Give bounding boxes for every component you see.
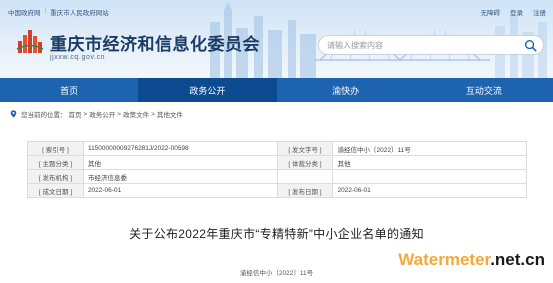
link-separator: | bbox=[44, 7, 47, 14]
register-link[interactable]: 注册 bbox=[533, 7, 546, 17]
doc-number-label: [ 发文字号 ] bbox=[276, 141, 334, 156]
breadcrumb-policy-docs[interactable]: 政策文件 bbox=[123, 109, 149, 119]
document-info-table: [ 索引号 ] 11500000009276281J/2022-00598 [ … bbox=[27, 141, 527, 198]
index-number-label: [ 索引号 ] bbox=[27, 141, 84, 156]
written-date-label: [ 成文日期 ] bbox=[27, 183, 84, 198]
index-number-value: 11500000009276281J/2022-00598 bbox=[82, 141, 278, 156]
topic-category-value: 其他 bbox=[82, 155, 278, 170]
nav-home[interactable]: 首页 bbox=[0, 78, 138, 102]
article-title: 关于公布2022年重庆市“专精特新”中小企业名单的通知 bbox=[129, 227, 424, 241]
site-logo-icon[interactable] bbox=[16, 27, 44, 55]
breadcrumb-gov-affairs[interactable]: 政务公开 bbox=[89, 109, 115, 119]
publish-date-label: [ 发布日期 ] bbox=[276, 183, 334, 198]
breadcrumb-separator: > bbox=[83, 110, 88, 118]
nav-interaction[interactable]: 互动交流 bbox=[415, 78, 553, 102]
watermark-text-main: Watermeter bbox=[398, 250, 491, 269]
publish-date-value: 2022-06-01 bbox=[332, 183, 527, 198]
empty-value-cell bbox=[332, 169, 527, 184]
table-row: [ 发布机构 ] 市经济信息委 bbox=[27, 169, 527, 184]
breadcrumb-separator: > bbox=[151, 110, 155, 118]
publisher-value: 市经济信息委 bbox=[82, 169, 278, 184]
location-pin-icon bbox=[10, 110, 17, 118]
breadcrumb-other-docs[interactable]: 其他文件 bbox=[157, 109, 183, 119]
nav-yukuaiban[interactable]: 渝快办 bbox=[277, 78, 415, 102]
main-nav: 首页 政务公开 渝快办 互动交流 bbox=[0, 78, 553, 102]
breadcrumb-home[interactable]: 首页 bbox=[69, 109, 82, 119]
genre-category-label: [ 体裁分类 ] bbox=[276, 155, 334, 170]
site-domain: jjxxw.cq.gov.cn bbox=[50, 54, 106, 61]
accessibility-link[interactable]: 无障碍 bbox=[481, 7, 501, 17]
written-date-value: 2022-06-01 bbox=[82, 183, 278, 198]
nav-gov-affairs[interactable]: 政务公开 bbox=[138, 78, 277, 102]
watermark-text-domain: .net.cn bbox=[490, 250, 545, 269]
genre-category-value: 其他 bbox=[332, 155, 527, 170]
breadcrumb-prefix: 您当前的位置： bbox=[21, 112, 67, 119]
table-row: [ 主题分类 ] 其他 [ 体裁分类 ] 其他 bbox=[27, 155, 527, 170]
doc-number-value: 渝经信中小〔2022〕11号 bbox=[332, 141, 527, 156]
gov-links: 中国政府网 | 重庆市人民政府网站 bbox=[8, 7, 109, 17]
gov-link-central[interactable]: 中国政府网 bbox=[8, 7, 41, 17]
breadcrumb: 您当前的位置： 首页 > 政务公开 > 政策文件 > 其他文件 bbox=[10, 109, 183, 119]
breadcrumb-separator: > bbox=[117, 110, 122, 118]
publisher-label: [ 发布机构 ] bbox=[27, 169, 84, 184]
empty-label-cell bbox=[276, 169, 334, 184]
table-row: [ 成文日期 ] 2022-06-01 [ 发布日期 ] 2022-06-01 bbox=[27, 183, 527, 198]
gov-link-chongqing[interactable]: 重庆市人民政府网站 bbox=[50, 7, 109, 17]
site-title[interactable]: 重庆市经济和信息化委员会 bbox=[50, 30, 260, 55]
table-row: [ 索引号 ] 11500000009276281J/2022-00598 [ … bbox=[27, 141, 527, 156]
top-bar: 中国政府网 | 重庆市人民政府网站 无障碍 登录 注册 bbox=[0, 0, 553, 24]
search-box bbox=[318, 35, 544, 55]
site-banner: 中国政府网 | 重庆市人民政府网站 无障碍 登录 注册 重庆市经济和信息化委员会… bbox=[0, 0, 553, 78]
watermark: Watermeter.net.cn bbox=[398, 250, 545, 270]
topic-category-label: [ 主题分类 ] bbox=[27, 155, 84, 170]
login-link[interactable]: 登录 bbox=[510, 7, 523, 17]
search-icon[interactable] bbox=[524, 39, 537, 52]
user-links: 无障碍 登录 注册 bbox=[481, 7, 547, 17]
search-input[interactable] bbox=[327, 38, 517, 52]
